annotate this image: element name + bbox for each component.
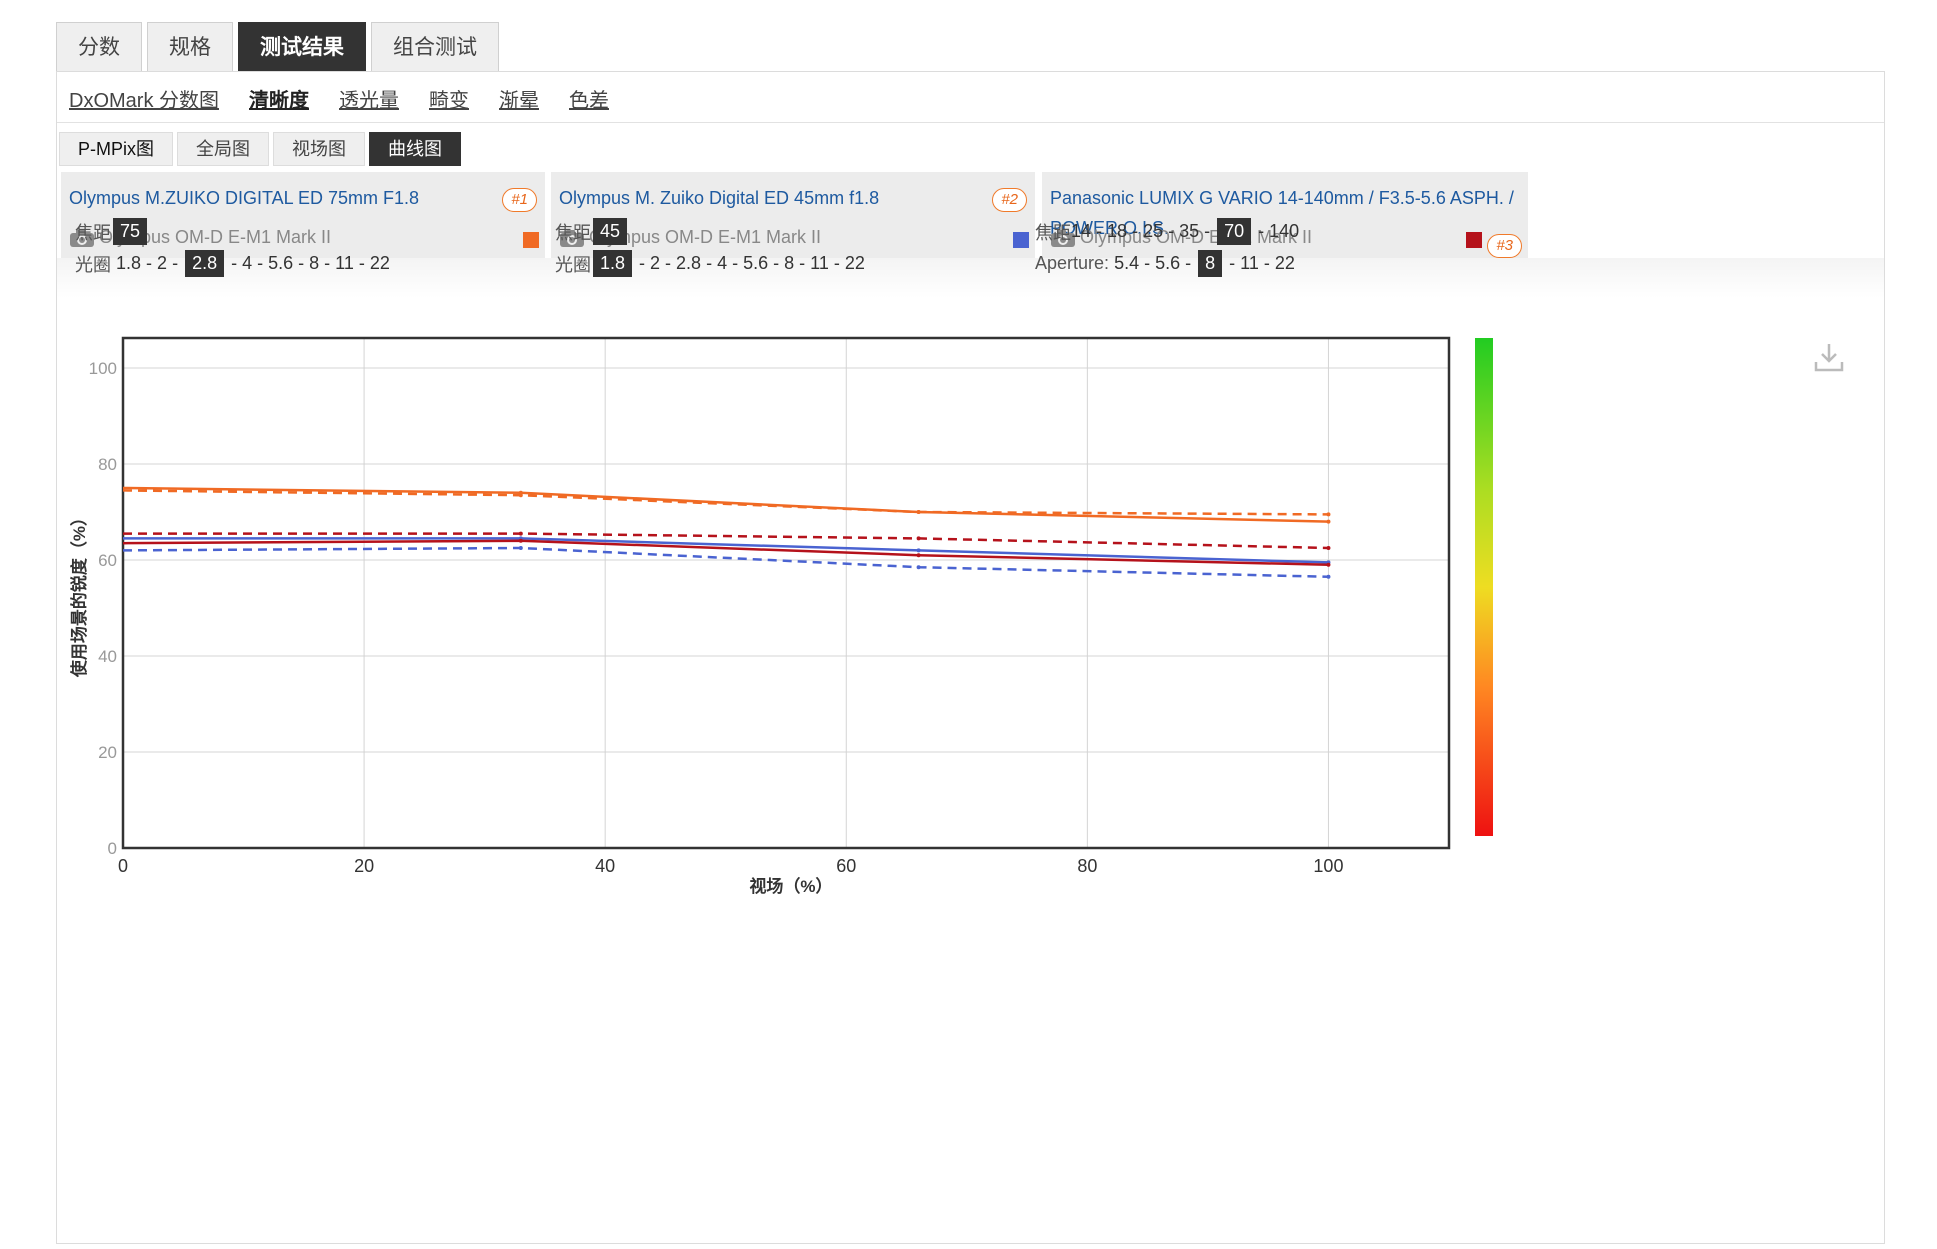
data-point <box>518 493 523 498</box>
y-axis-title: 使用场景的锐度（%） <box>69 509 89 678</box>
sharpness-chart: 0 20 40 60 80 100 0 20 40 60 80 100 视场（%） 使用场景的锐度（%） <box>69 336 1493 896</box>
y-tick-label: 20 <box>98 743 117 762</box>
x-axis-title: 视场（%） <box>749 876 832 896</box>
x-tick-label: 60 <box>836 856 856 876</box>
tab-3[interactable]: 组合测试 <box>371 22 499 72</box>
data-point <box>1326 519 1331 524</box>
data-point <box>916 553 921 558</box>
data-point <box>1326 546 1331 550</box>
data-point <box>518 546 523 550</box>
data-point <box>916 510 921 514</box>
data-point <box>518 538 523 543</box>
y-tick-label: 100 <box>89 359 117 378</box>
y-tick-label: 40 <box>98 647 117 666</box>
x-tick-label: 20 <box>354 856 374 876</box>
tab-0[interactable]: 分数 <box>56 22 142 72</box>
x-tick-label: 0 <box>118 856 128 876</box>
data-point <box>916 536 921 541</box>
data-point <box>1326 512 1331 517</box>
x-tick-label: 100 <box>1313 856 1343 876</box>
color-scale-bar <box>1475 338 1493 836</box>
data-point <box>518 531 523 536</box>
y-tick-label: 0 <box>108 839 117 858</box>
tab-1[interactable]: 规格 <box>147 22 233 72</box>
y-tick-label: 60 <box>98 551 117 570</box>
data-point <box>916 548 921 553</box>
top-tabs: 分数 规格 测试结果 组合测试 <box>56 22 499 72</box>
data-point <box>1326 574 1331 579</box>
results-panel: DxOMark 分数图 清晰度 透光量 畸变 渐晕 色差 P-MPix图 全局图 视场图 曲线图… <box>56 71 1885 1244</box>
data-point <box>916 565 921 570</box>
plot-area <box>123 338 1449 848</box>
x-tick-label: 80 <box>1077 856 1097 876</box>
y-tick-label: 80 <box>98 455 117 474</box>
x-tick-label: 40 <box>595 856 615 876</box>
tab-2[interactable]: 测试结果 <box>238 22 366 72</box>
data-point <box>1326 562 1331 567</box>
